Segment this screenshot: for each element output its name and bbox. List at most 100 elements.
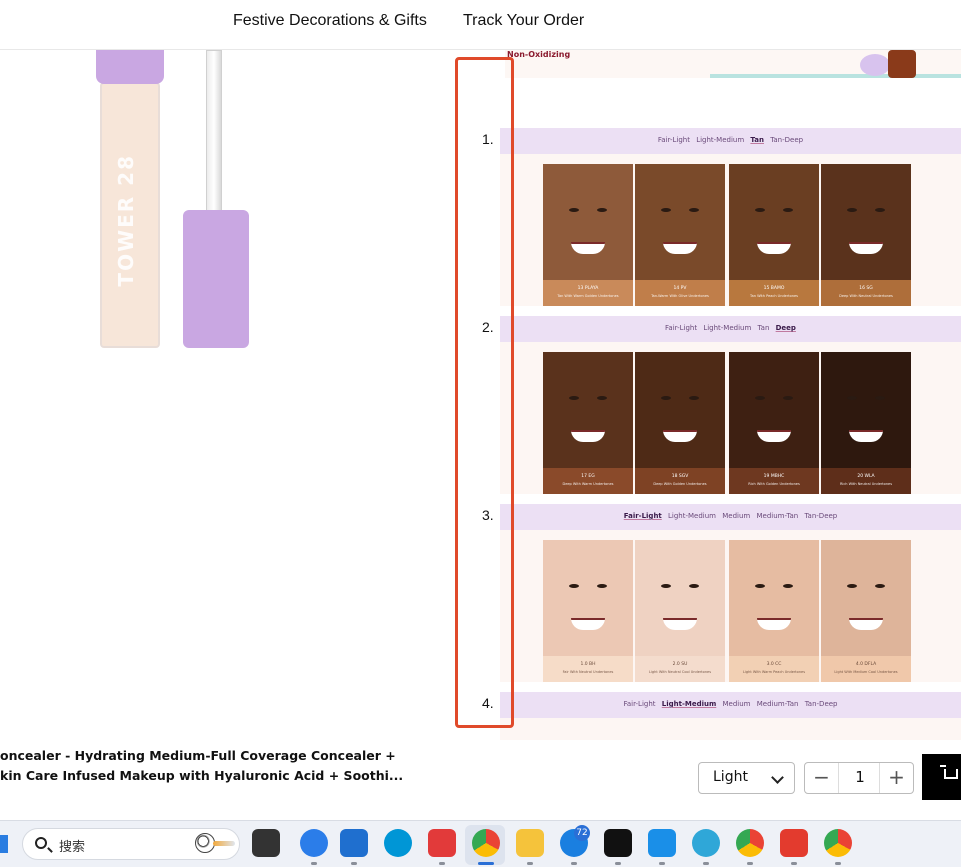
- soccer-ball-icon: [195, 833, 235, 855]
- quantity-value[interactable]: 1: [839, 768, 881, 786]
- tab-fair-light[interactable]: Fair-Light: [624, 512, 662, 520]
- shade-label: 17 EG Deep With Warm Undertones: [543, 468, 633, 494]
- model-photo: [821, 540, 911, 656]
- face-grid: [500, 718, 961, 740]
- shade-card[interactable]: 15 BAMO Tan With Peach Undertones: [729, 164, 819, 306]
- shade-card[interactable]: 13 PLAYA Tan With Warm Golden Undertones: [543, 164, 633, 306]
- shade-section-2: Fair-Light Light-Medium Tan Deep 17 EG De…: [500, 316, 961, 494]
- shade-select-value: Light: [713, 769, 748, 785]
- quantity-decrease-button[interactable]: −: [805, 763, 839, 793]
- running-indicator: [835, 862, 841, 865]
- sticky-buy-bar: oncealer - Hydrating Medium-Full Coverag…: [0, 740, 961, 820]
- face-grid: 1.0 BH Fair With Neutral Undertones 2.0 S…: [500, 530, 961, 682]
- tab-medium[interactable]: Medium: [722, 512, 750, 520]
- tab-light-medium[interactable]: Light-Medium: [696, 136, 744, 144]
- shade-tabs: Fair-Light Light-Medium Medium Medium-Ta…: [500, 692, 961, 718]
- active-indicator: [478, 862, 494, 865]
- tab-medium[interactable]: Medium: [723, 700, 751, 708]
- banner-jar: [888, 50, 916, 78]
- shade-label: 13 PLAYA Tan With Warm Golden Undertones: [543, 280, 633, 306]
- search-icon: [35, 837, 47, 849]
- running-indicator: [527, 862, 533, 865]
- capcut-icon[interactable]: [604, 829, 632, 857]
- model-photo: [729, 540, 819, 656]
- windows-taskbar: 搜索 72: [0, 820, 961, 867]
- shade-card[interactable]: 4.0 DFLA Light With Medium Cool Undertone…: [821, 540, 911, 682]
- chrome-icon[interactable]: [472, 829, 500, 857]
- shade-label: 2.0 SU Light With Neutral Cool Undertones: [635, 656, 725, 682]
- model-photo: [821, 352, 911, 468]
- tab-fair-light[interactable]: Fair-Light: [665, 324, 697, 332]
- model-photo: [729, 164, 819, 280]
- tab-tan-deep[interactable]: Tan-Deep: [804, 512, 837, 520]
- running-indicator: [659, 862, 665, 865]
- tab-light-medium[interactable]: Light-Medium: [703, 324, 751, 332]
- tab-tan[interactable]: Tan: [750, 136, 764, 144]
- tab-fair-light[interactable]: Fair-Light: [658, 136, 690, 144]
- shade-tabs: Fair-Light Light-Medium Medium Medium-Ta…: [500, 504, 961, 530]
- shade-card[interactable]: 20 WLA Rich With Neutral Undertones: [821, 352, 911, 494]
- running-indicator: [791, 862, 797, 865]
- hp-icon[interactable]: [384, 829, 412, 857]
- feishu-icon[interactable]: [648, 829, 676, 857]
- chrome-profile-icon[interactable]: [736, 829, 764, 857]
- tab-tan-deep[interactable]: Tan-Deep: [770, 136, 803, 144]
- task-view-icon[interactable]: [252, 829, 280, 857]
- tab-tan[interactable]: Tan: [758, 324, 770, 332]
- shade-select[interactable]: Light: [698, 762, 795, 794]
- nav-track-order[interactable]: Track Your Order: [463, 12, 584, 30]
- quantity-increase-button[interactable]: +: [879, 763, 913, 793]
- model-photo: [635, 164, 725, 280]
- shade-card[interactable]: 16 SG Deep With Neutral Undertones: [821, 164, 911, 306]
- applicator-cap: [183, 210, 249, 348]
- product-title: oncealer - Hydrating Medium-Full Coverag…: [0, 746, 403, 786]
- add-to-cart-button[interactable]: [922, 754, 961, 800]
- banner-product-image: [860, 50, 916, 78]
- tab-fair-light[interactable]: Fair-Light: [623, 700, 655, 708]
- v-app-icon[interactable]: [692, 829, 720, 857]
- windows-start-icon[interactable]: [0, 835, 8, 853]
- chevron-down-icon: [771, 771, 784, 784]
- shade-card[interactable]: 18 SGV Deep With Golden Undertones: [635, 352, 725, 494]
- applicator-wand: [206, 50, 222, 212]
- screen: Festive Decorations & Gifts Track Your O…: [0, 0, 961, 867]
- taskbar-search-box[interactable]: 搜索: [22, 828, 240, 860]
- model-photo: [821, 164, 911, 280]
- tab-medium-tan[interactable]: Medium-Tan: [757, 700, 799, 708]
- shade-label: 3.0 CC Light With Warm Peach Undertones: [729, 656, 819, 682]
- notification-badge: 72: [574, 825, 590, 841]
- quantity-stepper: − 1 +: [804, 762, 914, 794]
- nav-festive-decorations[interactable]: Festive Decorations & Gifts: [233, 12, 427, 30]
- running-indicator: [571, 862, 577, 865]
- tab-medium-tan[interactable]: Medium-Tan: [756, 512, 798, 520]
- brand-logo-text: TOWER 28: [114, 154, 138, 287]
- tube-cap: [96, 50, 164, 84]
- shade-card[interactable]: 3.0 CC Light With Warm Peach Undertones: [729, 540, 819, 682]
- shade-card[interactable]: 2.0 SU Light With Neutral Cool Undertones: [635, 540, 725, 682]
- model-photo: [635, 540, 725, 656]
- shade-card[interactable]: 17 EG Deep With Warm Undertones: [543, 352, 633, 494]
- shade-card[interactable]: 14 PV Tan-Warm With Olive Undertones: [635, 164, 725, 306]
- shade-card[interactable]: 1.0 BH Fair With Neutral Undertones: [543, 540, 633, 682]
- microsoft-store-icon[interactable]: [340, 829, 368, 857]
- model-photo: [543, 164, 633, 280]
- shade-section-1: Fair-Light Light-Medium Tan Tan-Deep 13 …: [500, 128, 961, 306]
- help-icon[interactable]: [300, 829, 328, 857]
- shade-card[interactable]: 19 MBHC Rich With Golden Undertones: [729, 352, 819, 494]
- shade-tabs: Fair-Light Light-Medium Tan Tan-Deep: [500, 128, 961, 154]
- shade-label: 19 MBHC Rich With Golden Undertones: [729, 468, 819, 494]
- file-explorer-icon[interactable]: [516, 829, 544, 857]
- netease-music-icon[interactable]: [428, 829, 456, 857]
- tab-light-medium[interactable]: Light-Medium: [662, 700, 717, 708]
- shade-section-3: Fair-Light Light-Medium Medium Medium-Ta…: [500, 504, 961, 682]
- wps-icon[interactable]: [780, 829, 808, 857]
- shade-label: 14 PV Tan-Warm With Olive Undertones: [635, 280, 725, 306]
- tab-tan-deep[interactable]: Tan-Deep: [805, 700, 838, 708]
- tab-light-medium[interactable]: Light-Medium: [668, 512, 716, 520]
- tube-body: TOWER 28: [100, 82, 160, 348]
- shade-label: 18 SGV Deep With Golden Undertones: [635, 468, 725, 494]
- product-image[interactable]: TOWER 28: [0, 50, 450, 740]
- tab-deep[interactable]: Deep: [776, 324, 796, 332]
- chrome-profile-2-icon[interactable]: [824, 829, 852, 857]
- face-grid: 13 PLAYA Tan With Warm Golden Undertones …: [500, 154, 961, 306]
